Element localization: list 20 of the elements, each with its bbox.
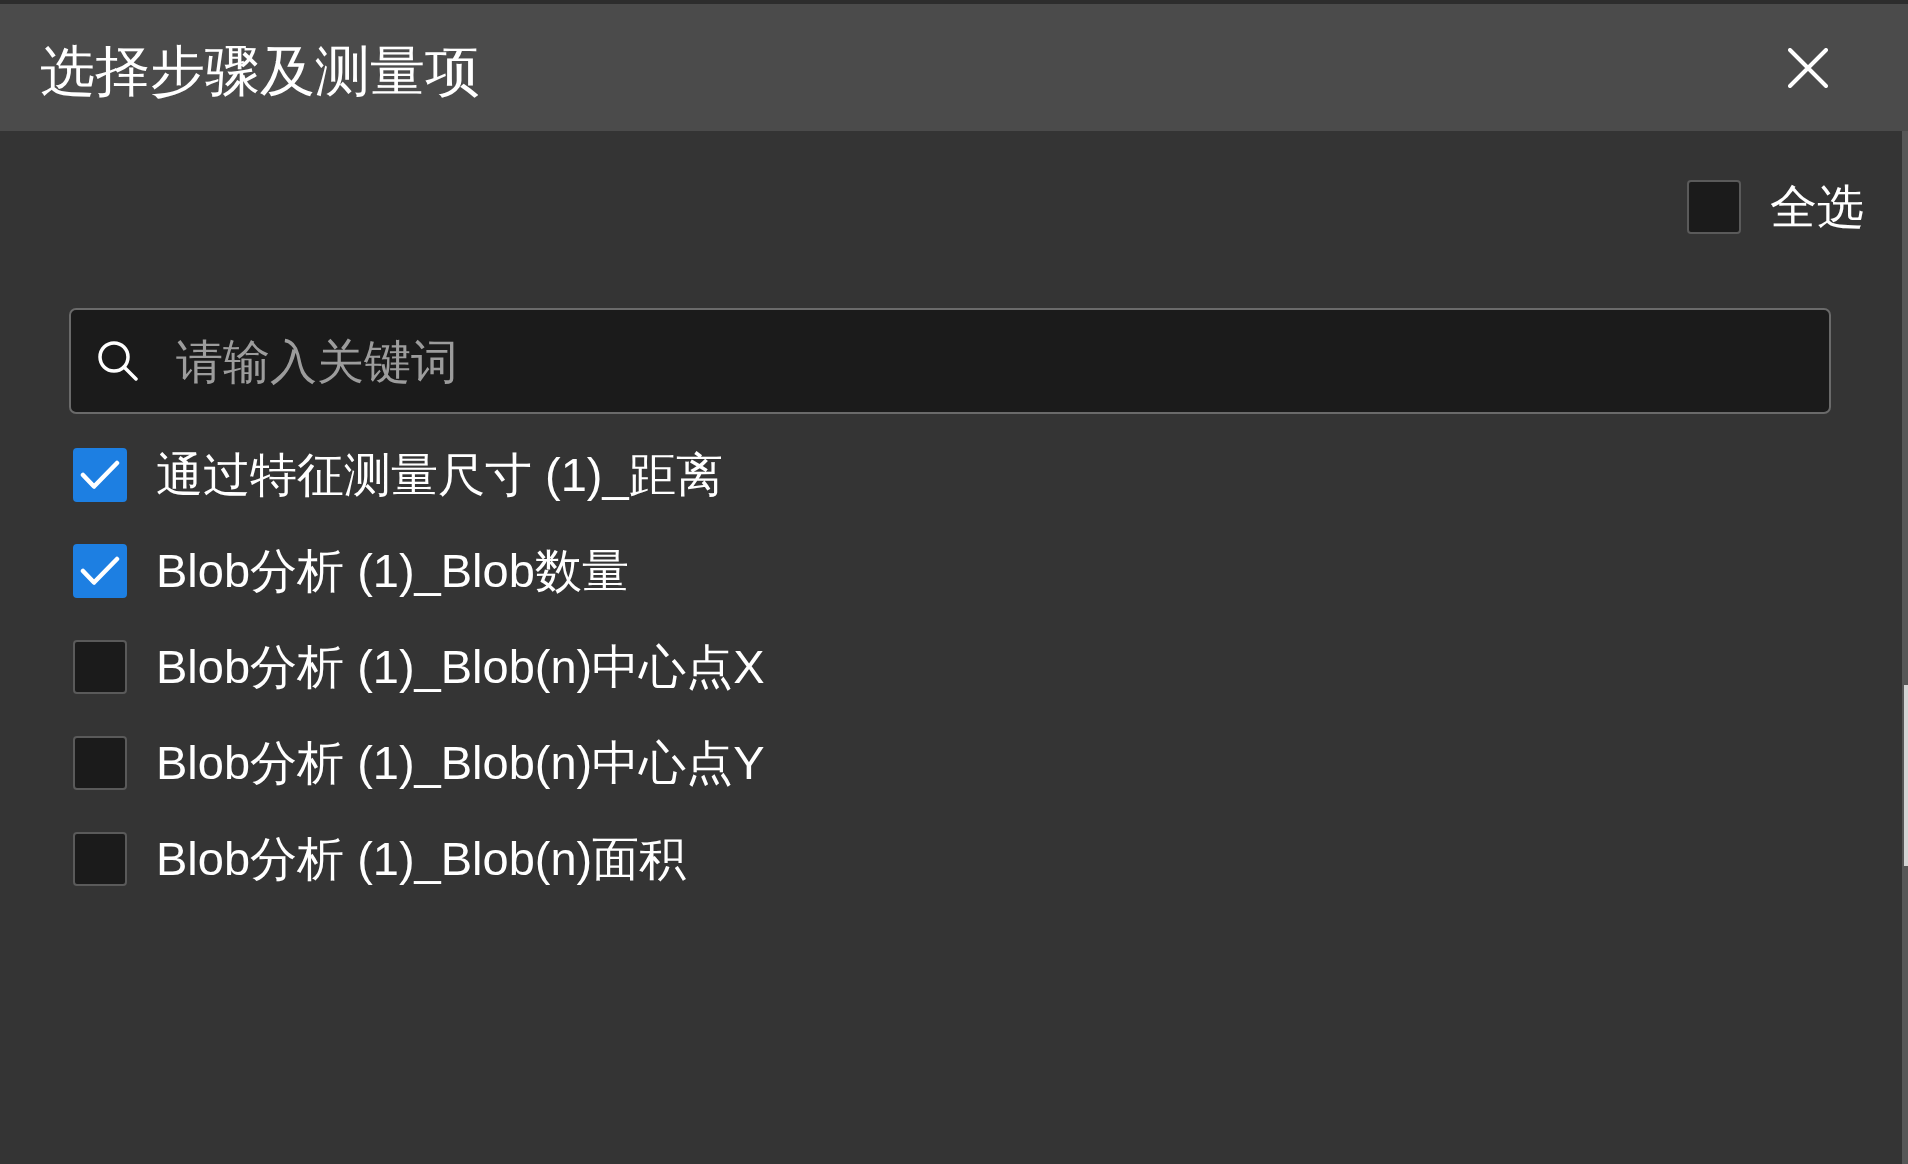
search-field[interactable]: 请输入关键词 xyxy=(69,308,1831,414)
check-icon xyxy=(80,556,120,586)
checkbox-label[interactable]: 通过特征测量尺寸 (1)_距离 xyxy=(156,448,723,502)
check-icon xyxy=(80,460,120,490)
checkbox[interactable] xyxy=(73,448,127,502)
checkbox-label[interactable]: Blob分析 (1)_Blob数量 xyxy=(156,544,629,598)
dialog-title: 选择步骤及测量项 xyxy=(40,38,480,103)
checkbox-label[interactable]: Blob分析 (1)_Blob(n)中心点X xyxy=(156,640,765,694)
close-icon xyxy=(1788,47,1828,88)
select-all-label[interactable]: 全选 xyxy=(1770,180,1864,234)
checkbox-label[interactable]: Blob分析 (1)_Blob(n)面积 xyxy=(156,832,687,886)
checkbox-label[interactable]: Blob分析 (1)_Blob(n)中心点Y xyxy=(156,736,765,790)
search-icon xyxy=(98,341,138,381)
scrollbar-thumb[interactable] xyxy=(1904,685,1908,866)
checkbox[interactable] xyxy=(73,640,127,694)
checkbox[interactable] xyxy=(73,832,127,886)
close-button[interactable] xyxy=(1788,47,1828,88)
checkbox[interactable] xyxy=(73,736,127,790)
checkbox[interactable] xyxy=(73,544,127,598)
checkbox[interactable] xyxy=(1687,180,1741,234)
